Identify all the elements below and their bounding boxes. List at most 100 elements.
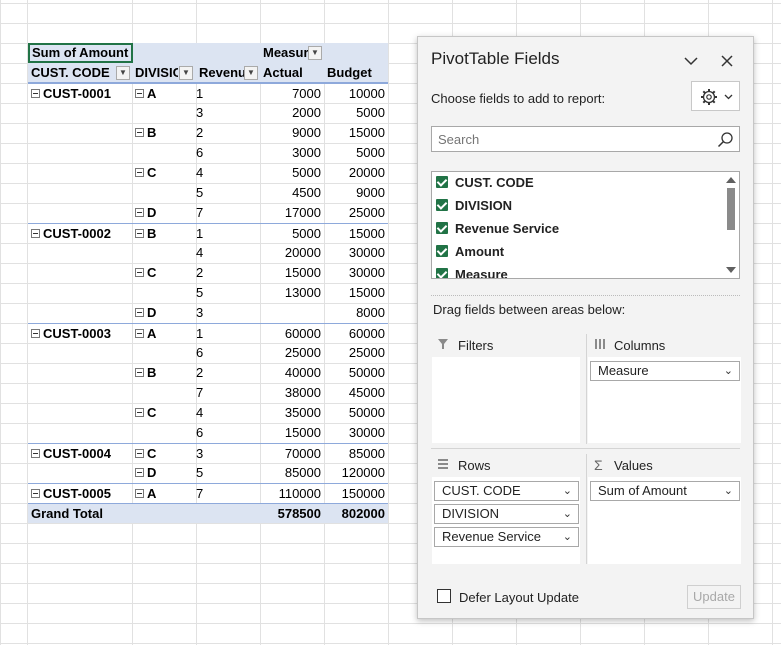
field-search-box[interactable] xyxy=(431,126,740,152)
columns-item-measure[interactable]: Measure ⌄ xyxy=(590,361,740,381)
collapse-minus-icon[interactable] xyxy=(135,168,144,177)
division-cell xyxy=(132,283,196,303)
values-area-label: Values xyxy=(614,458,653,473)
collapse-minus-icon[interactable] xyxy=(135,268,144,277)
cust-code-cell: CUST-0003 xyxy=(28,324,132,344)
rows-item-revenue-service[interactable]: Revenue Service ⌄ xyxy=(434,527,579,547)
collapse-minus-icon[interactable] xyxy=(135,368,144,377)
collapse-minus-icon[interactable] xyxy=(135,308,144,317)
chevron-down-icon xyxy=(724,94,733,100)
revenue-service-cell: 6 xyxy=(196,145,204,160)
defer-layout-checkbox[interactable] xyxy=(437,589,451,603)
drag-fields-label: Drag fields between areas below: xyxy=(433,302,626,317)
budget-cell: 30000 xyxy=(348,425,385,440)
pivot-row: C 4 35000 50000 xyxy=(28,403,388,423)
budget-cell: 150000 xyxy=(341,486,385,501)
revenue-service-cell: 3 xyxy=(196,105,204,120)
division-cell: A xyxy=(132,324,196,344)
tools-button[interactable] xyxy=(691,81,740,111)
division-cell xyxy=(132,103,196,123)
division-cell: D xyxy=(132,463,196,483)
budget-cell: 60000 xyxy=(348,326,385,341)
field-list-scrollbar[interactable] xyxy=(723,172,739,278)
pivot-row: CUST-0004 C 3 70000 85000 xyxy=(28,443,388,463)
measure-filter-button[interactable]: ▼ xyxy=(308,46,322,60)
collapse-minus-icon[interactable] xyxy=(135,449,144,458)
budget-cell: 120000 xyxy=(341,465,385,480)
collapse-minus-icon[interactable] xyxy=(135,208,144,217)
values-item-sum-of-amount[interactable]: Sum of Amount ⌄ xyxy=(590,481,740,501)
actual-header: Actual xyxy=(263,65,303,80)
update-button[interactable]: Update xyxy=(687,585,741,609)
collapse-minus-icon[interactable] xyxy=(135,128,144,137)
collapse-minus-icon[interactable] xyxy=(135,229,144,238)
grand-total-actual: 578500 xyxy=(277,506,321,521)
division-cell: D xyxy=(132,203,196,223)
rows-area-label: Rows xyxy=(458,458,491,473)
actual-cell: 4500 xyxy=(292,185,321,200)
close-icon[interactable] xyxy=(717,51,737,71)
pane-title: PivotTable Fields xyxy=(431,49,560,68)
filters-drop-area[interactable] xyxy=(432,357,580,443)
budget-cell: 30000 xyxy=(348,245,385,260)
field-item-measure[interactable]: Measure xyxy=(436,264,508,278)
collapse-minus-icon[interactable] xyxy=(135,329,144,338)
actual-cell: 70000 xyxy=(284,446,321,461)
division-filter-button[interactable]: ▼ xyxy=(179,66,193,80)
sum-of-amount-cell[interactable]: Sum of Amount xyxy=(28,43,133,63)
pivot-header-row-1: Sum of Amount Measure ▼ xyxy=(28,43,388,63)
grand-total-row: Grand Total 578500 802000 xyxy=(28,503,388,523)
scroll-thumb[interactable] xyxy=(727,188,735,230)
field-item-division[interactable]: DIVISION xyxy=(436,195,512,217)
actual-cell: 9000 xyxy=(292,125,321,140)
cust-code-filter-button[interactable]: ▼ xyxy=(116,66,130,80)
collapse-minus-icon[interactable] xyxy=(31,89,40,98)
actual-cell: 40000 xyxy=(284,365,321,380)
revenue-service-cell: 2 xyxy=(196,265,204,280)
chevron-down-icon: ⌄ xyxy=(723,365,733,377)
filter-icon xyxy=(438,339,448,349)
checkbox-checked-icon[interactable] xyxy=(436,268,448,278)
collapse-minus-icon[interactable] xyxy=(31,489,40,498)
collapse-minus-icon[interactable] xyxy=(31,449,40,458)
scroll-down-arrow-icon[interactable] xyxy=(726,267,736,273)
rows-item-division[interactable]: DIVISION ⌄ xyxy=(434,504,579,524)
collapse-minus-icon[interactable] xyxy=(135,89,144,98)
revenue-service-cell: 1 xyxy=(196,226,204,241)
actual-cell: 7000 xyxy=(292,86,321,101)
collapse-minus-icon[interactable] xyxy=(135,408,144,417)
filters-area-label: Filters xyxy=(458,338,494,353)
pivot-row: C 4 5000 20000 xyxy=(28,163,388,183)
rows-item-cust-code[interactable]: CUST. CODE ⌄ xyxy=(434,481,579,501)
budget-cell: 85000 xyxy=(348,446,385,461)
cust-code-cell: CUST-0005 xyxy=(28,484,132,504)
checkbox-checked-icon[interactable] xyxy=(436,245,448,257)
pivottable-fields-pane: PivotTable Fields Choose fields to add t… xyxy=(417,36,754,619)
collapse-minus-icon[interactable] xyxy=(135,468,144,477)
collapse-minus-icon[interactable] xyxy=(135,489,144,498)
collapse-minus-icon[interactable] xyxy=(31,329,40,338)
pivot-row: C 2 15000 30000 xyxy=(28,263,388,283)
budget-cell: 25000 xyxy=(348,205,385,220)
cust-code-cell xyxy=(28,163,132,183)
field-item-amount[interactable]: Amount xyxy=(436,241,504,263)
revenue-service-cell: 6 xyxy=(196,425,204,440)
checkbox-checked-icon[interactable] xyxy=(436,222,448,234)
scroll-up-arrow-icon[interactable] xyxy=(726,177,736,183)
revenue-service-cell: 3 xyxy=(196,305,204,320)
columns-area-label: Columns xyxy=(614,338,666,353)
checkbox-checked-icon[interactable] xyxy=(436,199,448,211)
cust-code-cell xyxy=(28,383,132,403)
field-item-cust-code[interactable]: CUST. CODE xyxy=(436,172,534,194)
pane-options-chevron-icon[interactable] xyxy=(681,51,701,71)
field-item-revenue-service[interactable]: Revenue Service xyxy=(436,218,559,240)
budget-header: Budget xyxy=(327,65,372,80)
actual-cell: 17000 xyxy=(284,205,321,220)
collapse-minus-icon[interactable] xyxy=(31,229,40,238)
revenue-filter-button[interactable]: ▼ xyxy=(244,66,258,80)
search-input[interactable] xyxy=(432,127,702,151)
pivot-row: 4 20000 30000 xyxy=(28,243,388,263)
checkbox-checked-icon[interactable] xyxy=(436,176,448,188)
actual-cell: 25000 xyxy=(284,345,321,360)
budget-cell: 15000 xyxy=(348,226,385,241)
